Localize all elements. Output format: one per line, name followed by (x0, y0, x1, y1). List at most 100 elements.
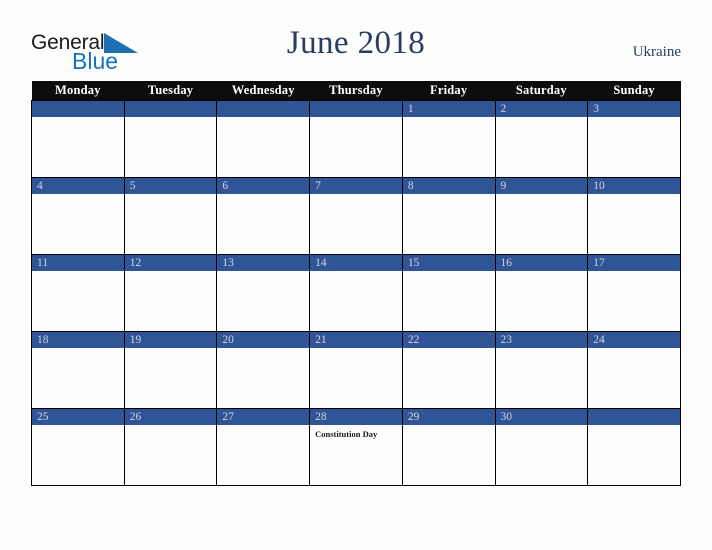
day-cell-inner (217, 101, 310, 177)
day-cell-2[interactable]: 2 (494, 100, 589, 178)
date-number: 7 (310, 178, 402, 194)
day-cell-inner (32, 101, 124, 177)
calendar-grid: Monday Tuesday Wednesday Thursday Friday Satu… (31, 81, 681, 486)
date-number (588, 409, 680, 425)
day-cell-8[interactable]: 8 (401, 177, 496, 255)
day-cell-29[interactable]: 29 (401, 408, 496, 486)
date-number: 28 (310, 409, 402, 425)
day-cell-19[interactable]: 19 (123, 331, 218, 409)
day-cell-17[interactable]: 17 (587, 254, 681, 332)
day-cell-inner: 14 (310, 255, 402, 331)
calendar-week-row: 25 26 27 28 Constitution Day 29 30 (31, 408, 681, 486)
date-number: 29 (402, 409, 495, 425)
calendar-week-row: 123 (31, 100, 681, 178)
day-cell-3[interactable]: 3 (587, 100, 681, 178)
day-cell-23[interactable]: 23 (494, 331, 589, 409)
weekday-header-label: Saturday (515, 83, 567, 97)
day-cell-25[interactable]: 25 (31, 408, 125, 486)
day-cell-16[interactable]: 16 (494, 254, 589, 332)
day-cell-empty[interactable] (309, 100, 403, 178)
date-number: 18 (32, 332, 124, 348)
weekday-header-label: Friday (430, 83, 468, 97)
weekday-header-sunday: Sunday (587, 81, 681, 101)
day-cell-26[interactable]: 26 (123, 408, 218, 486)
date-number: 16 (495, 255, 588, 271)
holiday-event-label: Constitution Day (315, 429, 378, 439)
day-cell-10[interactable]: 10 (587, 177, 681, 255)
weekday-header-saturday: Saturday (495, 81, 588, 101)
date-number: 17 (588, 255, 680, 271)
day-cell-28[interactable]: 28 Constitution Day (309, 408, 403, 486)
day-cell-inner: 15 (402, 255, 495, 331)
event-list: Constitution Day (310, 425, 402, 440)
day-cell-empty[interactable] (216, 100, 311, 178)
day-cell-20[interactable]: 20 (216, 331, 311, 409)
date-number: 15 (402, 255, 495, 271)
page-title: June 2018 (286, 25, 426, 61)
day-cell-27[interactable]: 27 (216, 408, 311, 486)
weekday-header-monday: Monday (31, 81, 125, 101)
day-cell-18[interactable]: 18 (31, 331, 125, 409)
weekday-header-wednesday: Wednesday (216, 81, 310, 101)
day-cell-inner: 17 (588, 255, 680, 331)
day-cell-24[interactable]: 24 (587, 331, 681, 409)
date-number: 9 (495, 178, 588, 194)
date-number: 26 (124, 409, 217, 425)
calendar-week-row: 11 12 13 14 15 16 17 (31, 254, 681, 332)
day-cell-inner: 3 (588, 101, 680, 177)
day-cell-empty[interactable] (31, 100, 125, 178)
day-cell-14[interactable]: 14 (309, 254, 403, 332)
date-number: 20 (217, 332, 310, 348)
day-cell-inner: 8 (402, 178, 495, 254)
weekday-header-label: Monday (55, 83, 101, 97)
weekday-header-tuesday: Tuesday (124, 81, 217, 101)
date-number: 30 (495, 409, 588, 425)
day-cell-11[interactable]: 11 (31, 254, 125, 332)
day-cell-21[interactable]: 21 (309, 331, 403, 409)
day-cell-inner: 28 Constitution Day (310, 409, 402, 485)
date-number: 12 (124, 255, 217, 271)
day-cell-inner (124, 101, 217, 177)
day-cell-15[interactable]: 15 (401, 254, 496, 332)
day-cell-empty[interactable] (123, 100, 218, 178)
day-cell-7[interactable]: 7 (309, 177, 403, 255)
day-cell-12[interactable]: 12 (123, 254, 218, 332)
day-cell-inner: 24 (588, 332, 680, 408)
day-cell-inner: 11 (32, 255, 124, 331)
calendar-header-row: Monday Tuesday Wednesday Thursday Friday Satu… (31, 81, 681, 101)
day-cell-22[interactable]: 22 (401, 331, 496, 409)
day-cell-1[interactable]: 1 (401, 100, 496, 178)
date-number: 13 (217, 255, 310, 271)
day-cell-inner: 16 (495, 255, 588, 331)
date-number (32, 101, 124, 117)
day-cell-inner: 18 (32, 332, 124, 408)
date-number (310, 101, 402, 117)
day-cell-4[interactable]: 4 (31, 177, 125, 255)
weekday-header-label: Wednesday (231, 83, 295, 97)
day-cell-30[interactable]: 30 (494, 408, 589, 486)
day-cell-9[interactable]: 9 (494, 177, 589, 255)
day-cell-inner: 20 (217, 332, 310, 408)
day-cell-inner: 5 (124, 178, 217, 254)
date-number: 19 (124, 332, 217, 348)
date-number: 25 (32, 409, 124, 425)
day-cell-13[interactable]: 13 (216, 254, 311, 332)
date-number: 5 (124, 178, 217, 194)
day-cell-6[interactable]: 6 (216, 177, 311, 255)
day-cell-inner: 29 (402, 409, 495, 485)
day-cell-empty[interactable] (587, 408, 681, 486)
weekday-header-label: Tuesday (147, 83, 194, 97)
day-cell-inner: 27 (217, 409, 310, 485)
date-number: 27 (217, 409, 310, 425)
date-number: 2 (495, 101, 588, 117)
weekday-header-thursday: Thursday (309, 81, 403, 101)
day-cell-inner: 1 (402, 101, 495, 177)
day-cell-inner: 4 (32, 178, 124, 254)
day-cell-inner: 2 (495, 101, 588, 177)
day-cell-5[interactable]: 5 (123, 177, 218, 255)
day-cell-inner: 7 (310, 178, 402, 254)
day-cell-inner (310, 101, 402, 177)
date-number: 14 (310, 255, 402, 271)
calendar-body: 1 2 3 4 5 6 7 8 9 10 11 12 13 14 15 16 17 18 19 20 21 22 23 24 2… (31, 100, 681, 486)
day-cell-inner: 30 (495, 409, 588, 485)
